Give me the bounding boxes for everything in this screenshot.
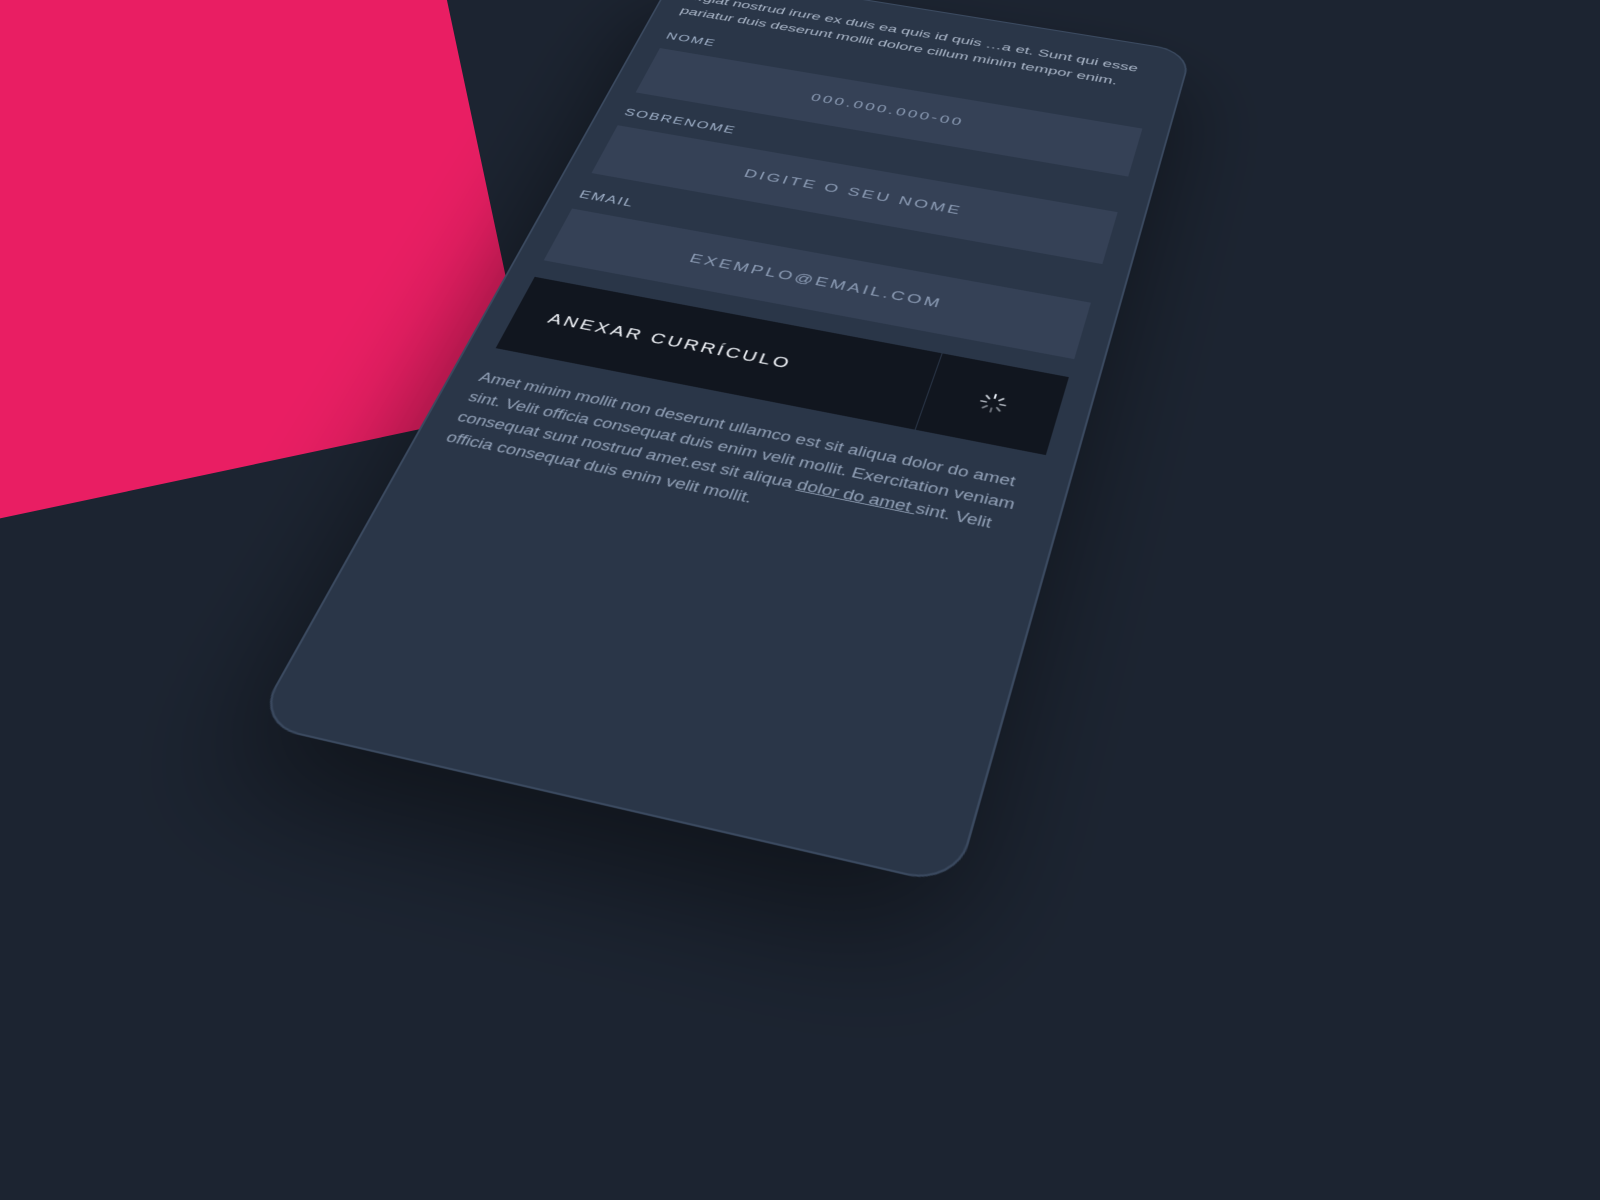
loading-spinner-icon (916, 353, 1069, 455)
phone-frame: …giat nostrud irure ex duis ea quis id q… (253, 0, 1192, 887)
